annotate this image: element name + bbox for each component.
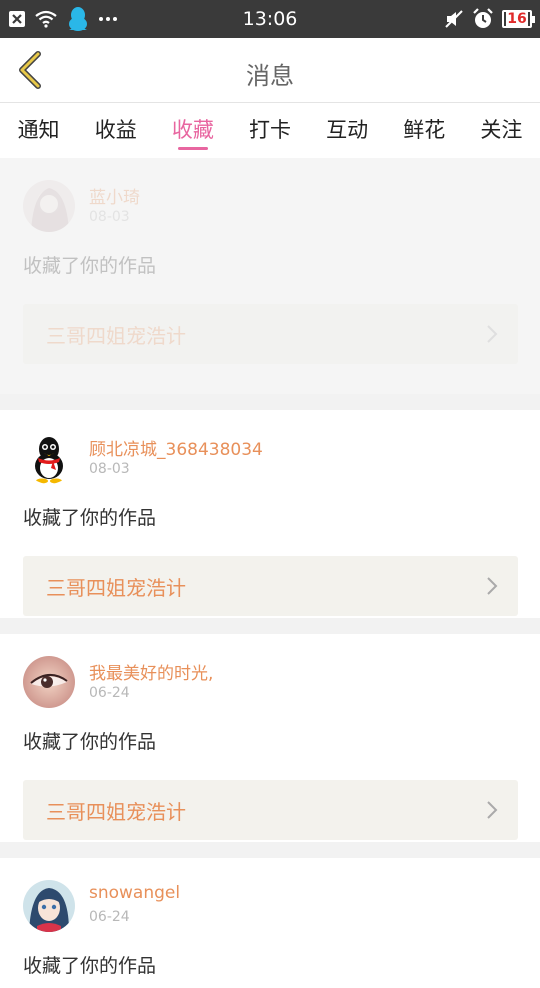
tab-label: 鲜花 bbox=[403, 118, 446, 142]
username[interactable]: 我最美好的时光, bbox=[89, 659, 213, 684]
anime-character-avatar[interactable] bbox=[23, 880, 75, 932]
action-text: 收藏了你的作品 bbox=[23, 255, 157, 277]
tab-bar: 通知 收益 收藏 打卡 互动 鲜花 关注 bbox=[0, 103, 540, 158]
work-title: 三哥四姐宠浩计 bbox=[46, 324, 186, 348]
header-bar: 消息 bbox=[0, 38, 540, 103]
notification-list: 蓝小琦 08-03 收藏了你的作品 三哥四姐宠浩计 顾北凉城_368438034… bbox=[0, 158, 540, 988]
chevron-right-icon bbox=[487, 325, 498, 343]
tab-interaction[interactable]: 互动 bbox=[309, 103, 386, 158]
anime-girl-avatar[interactable] bbox=[23, 180, 75, 232]
username[interactable]: snowangel bbox=[89, 883, 180, 903]
work-title: 三哥四姐宠浩计 bbox=[46, 576, 186, 600]
work-link[interactable]: 三哥四姐宠浩计 bbox=[23, 556, 518, 616]
mute-icon bbox=[444, 9, 464, 29]
list-item[interactable]: 蓝小琦 08-03 收藏了你的作品 三哥四姐宠浩计 bbox=[0, 158, 540, 394]
tab-flowers[interactable]: 鲜花 bbox=[386, 103, 463, 158]
tab-label: 通知 bbox=[17, 118, 60, 142]
alarm-icon bbox=[472, 8, 494, 30]
tab-label: 打卡 bbox=[248, 118, 291, 142]
tab-checkin[interactable]: 打卡 bbox=[231, 103, 308, 158]
divider bbox=[0, 842, 540, 858]
action-text: 收藏了你的作品 bbox=[23, 955, 157, 977]
chevron-right-icon bbox=[487, 801, 498, 819]
list-item[interactable]: 我最美好的时光, 06-24 收藏了你的作品 三哥四姐宠浩计 bbox=[0, 634, 540, 842]
tab-favorites[interactable]: 收藏 bbox=[154, 103, 231, 158]
date: 08-03 bbox=[89, 209, 130, 225]
tab-label: 关注 bbox=[480, 118, 523, 142]
status-right-icons: 16 bbox=[444, 6, 535, 32]
date: 06-24 bbox=[89, 909, 130, 925]
page-title: 消息 bbox=[246, 62, 294, 90]
tab-label: 收藏 bbox=[171, 118, 214, 142]
tab-follow[interactable]: 关注 bbox=[463, 103, 540, 158]
tab-label: 收益 bbox=[94, 118, 137, 142]
eye-closeup-avatar[interactable] bbox=[23, 656, 75, 708]
tab-notifications[interactable]: 通知 bbox=[0, 103, 77, 158]
tab-earnings[interactable]: 收益 bbox=[77, 103, 154, 158]
work-title: 三哥四姐宠浩计 bbox=[46, 800, 186, 824]
work-link[interactable]: 三哥四姐宠浩计 bbox=[23, 304, 518, 364]
action-text: 收藏了你的作品 bbox=[23, 507, 157, 529]
chevron-right-icon bbox=[487, 577, 498, 595]
battery-icon: 16 bbox=[502, 10, 535, 28]
active-tab-indicator bbox=[177, 147, 208, 150]
date: 08-03 bbox=[89, 461, 130, 477]
list-item[interactable]: 顾北凉城_368438034 08-03 收藏了你的作品 三哥四姐宠浩计 bbox=[0, 410, 540, 618]
list-item[interactable]: snowangel 06-24 收藏了你的作品 bbox=[0, 858, 540, 988]
date: 06-24 bbox=[89, 685, 130, 701]
battery-level: 16 bbox=[506, 11, 528, 27]
action-text: 收藏了你的作品 bbox=[23, 731, 157, 753]
username[interactable]: 蓝小琦 bbox=[89, 183, 140, 208]
divider bbox=[0, 394, 540, 410]
qq-penguin-avatar[interactable] bbox=[23, 432, 75, 484]
username[interactable]: 顾北凉城_368438034 bbox=[89, 435, 263, 460]
work-link[interactable]: 三哥四姐宠浩计 bbox=[23, 780, 518, 840]
tab-label: 互动 bbox=[326, 118, 369, 142]
status-bar: 13:06 16 bbox=[0, 0, 540, 38]
divider bbox=[0, 618, 540, 634]
